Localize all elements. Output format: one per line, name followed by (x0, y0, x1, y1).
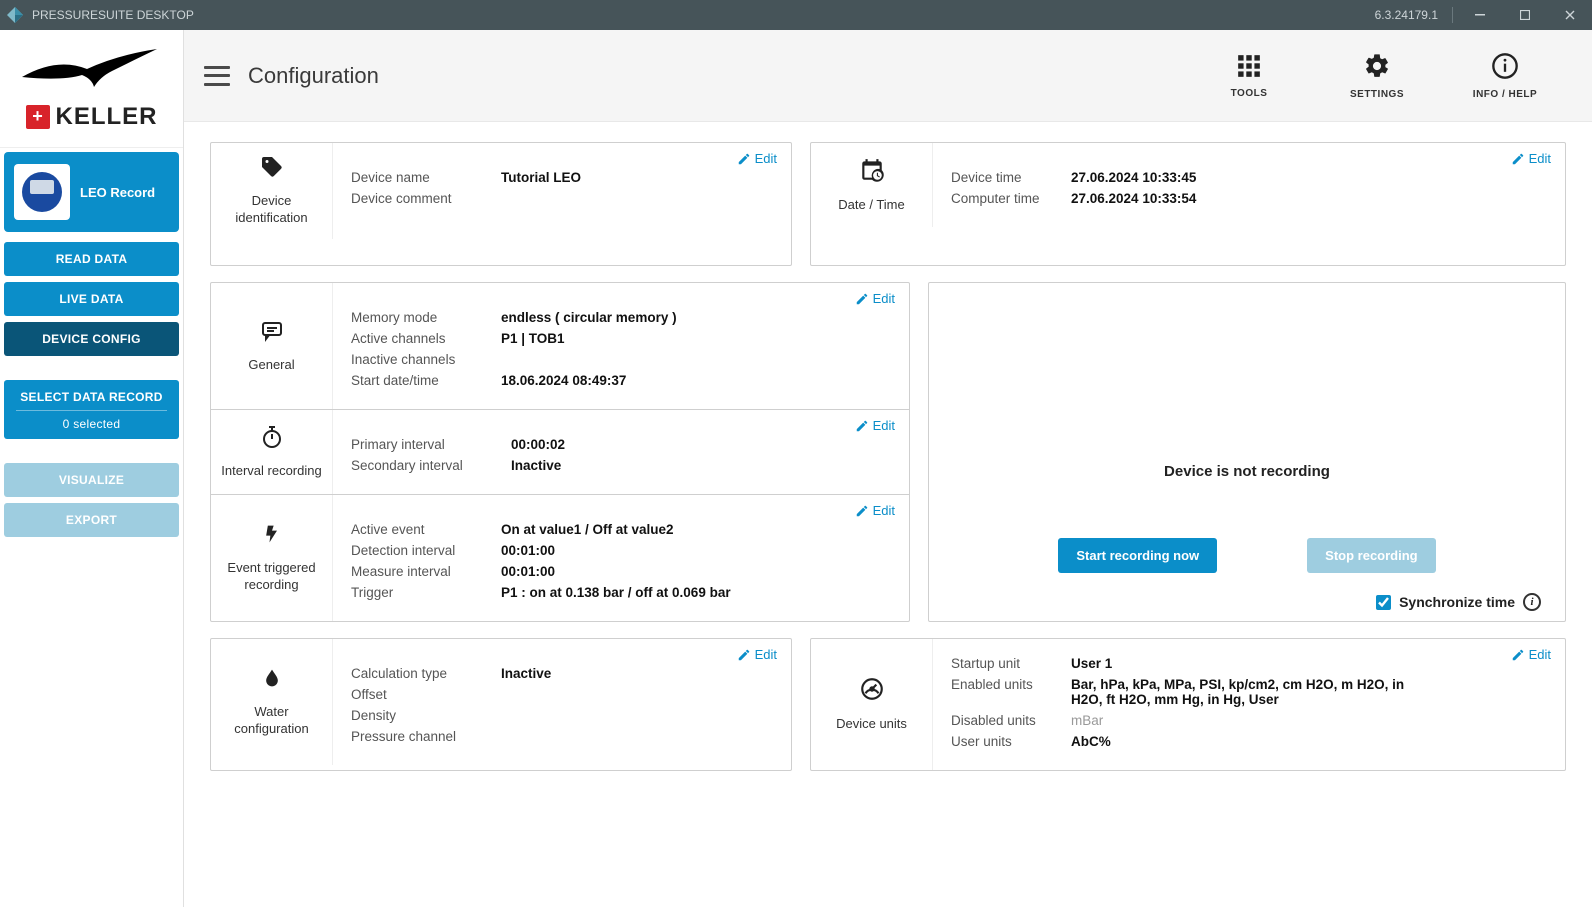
device-config-button[interactable]: DEVICE CONFIG (4, 322, 179, 356)
app-version: 6.3.24179.1 (1375, 8, 1438, 22)
droplet-icon (262, 666, 282, 696)
recording-settings-card: Edit General Memory modeendless ( circul… (210, 282, 910, 622)
recording-status-label: Device is not recording (929, 415, 1565, 498)
device-units-card: Edit Device units Startup unitUser 1 Ena… (810, 638, 1566, 771)
sync-info-icon[interactable]: i (1523, 593, 1541, 611)
window-maximize-button[interactable] (1502, 0, 1547, 30)
event-subcard: Edit Event triggered recording Active ev… (211, 495, 909, 621)
app-logo-icon (6, 6, 24, 24)
selected-count-label: 0 selected (16, 410, 167, 431)
tools-button[interactable]: TOOLS (1194, 53, 1304, 99)
select-data-record-label: SELECT DATA RECORD (16, 390, 167, 404)
info-icon (1491, 52, 1519, 83)
settings-button[interactable]: SETTINGS (1322, 52, 1432, 100)
select-data-record-button[interactable]: SELECT DATA RECORD 0 selected (4, 380, 179, 439)
stop-recording-button[interactable]: Stop recording (1307, 538, 1435, 573)
edit-event-button[interactable]: Edit (855, 503, 895, 518)
edit-datetime-button[interactable]: Edit (1511, 151, 1551, 166)
edit-interval-button[interactable]: Edit (855, 418, 895, 433)
pencil-icon (855, 504, 869, 518)
window-minimize-button[interactable] (1457, 0, 1502, 30)
recording-control-card: Device is not recording Start recording … (928, 282, 1566, 622)
titlebar: PRESSURESUITE DESKTOP 6.3.24179.1 (0, 0, 1592, 30)
edit-general-button[interactable]: Edit (855, 291, 895, 306)
brand-plus-icon: + (26, 105, 50, 129)
chat-icon (260, 319, 284, 349)
pencil-icon (855, 419, 869, 433)
device-identification-card: Edit Device identification Device nameTu… (210, 142, 792, 266)
gauge-icon (859, 676, 885, 708)
visualize-button[interactable]: VISUALIZE (4, 463, 179, 497)
window-close-button[interactable] (1547, 0, 1592, 30)
topbar: Configuration TOOLS SETTINGS INFO / HELP (184, 30, 1592, 122)
synchronize-time-label: Synchronize time (1399, 594, 1515, 610)
general-subcard: Edit General Memory modeendless ( circul… (211, 283, 909, 410)
pencil-icon (737, 152, 751, 166)
brand-name: KELLER (56, 103, 158, 131)
pencil-icon (1511, 648, 1525, 662)
stopwatch-icon (260, 425, 284, 455)
gear-icon (1363, 52, 1391, 83)
interval-subcard: Edit Interval recording Primary interval… (211, 410, 909, 495)
export-button[interactable]: EXPORT (4, 503, 179, 537)
pencil-icon (1511, 152, 1525, 166)
synchronize-time-checkbox[interactable] (1376, 595, 1391, 610)
start-recording-button[interactable]: Start recording now (1058, 538, 1217, 573)
sidebar: + KELLER LEO Record READ DATA LIVE DATA … (0, 30, 184, 907)
pencil-icon (737, 648, 751, 662)
date-time-card: Edit Date / Time Device time27.06.2024 1… (810, 142, 1566, 266)
pencil-icon (855, 292, 869, 306)
calendar-clock-icon (859, 157, 885, 189)
brand-logo: + KELLER (0, 30, 183, 148)
bolt-icon (262, 522, 282, 552)
edit-water-button[interactable]: Edit (737, 647, 777, 662)
page-title: Configuration (248, 63, 379, 89)
edit-units-button[interactable]: Edit (1511, 647, 1551, 662)
tag-icon (260, 155, 284, 185)
device-card[interactable]: LEO Record (4, 152, 179, 232)
edit-device-id-button[interactable]: Edit (737, 151, 777, 166)
menu-toggle-button[interactable] (204, 66, 230, 86)
live-data-button[interactable]: LIVE DATA (4, 282, 179, 316)
bird-icon (22, 47, 162, 97)
read-data-button[interactable]: READ DATA (4, 242, 179, 276)
tools-icon (1236, 53, 1262, 82)
device-thumbnail (14, 164, 70, 220)
app-title: PRESSURESUITE DESKTOP (32, 8, 194, 22)
device-name-label: LEO Record (80, 185, 155, 200)
info-help-button[interactable]: INFO / HELP (1450, 52, 1560, 100)
water-configuration-card: Edit Water configuration Calculation typ… (210, 638, 792, 771)
